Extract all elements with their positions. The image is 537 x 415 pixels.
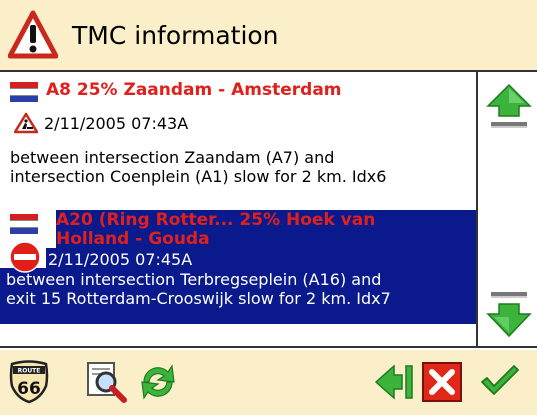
- ok-check-icon[interactable]: [478, 360, 522, 404]
- description: between intersection Zaandam (A7) and in…: [10, 148, 387, 186]
- svg-text:66: 66: [17, 379, 41, 399]
- description: between intersection Terbregseplein (A16…: [6, 270, 391, 308]
- zoom-map-icon[interactable]: [84, 360, 128, 404]
- scroll-up-arrow-icon[interactable]: [486, 82, 532, 134]
- netherlands-flag-icon: [10, 214, 38, 234]
- back-icon[interactable]: [372, 360, 416, 404]
- timestamp: 2/11/2005 07:45A: [48, 250, 193, 269]
- refresh-icon[interactable]: [136, 360, 180, 404]
- road-title-line-1: A20 (Ring Rotter... 25% Hoek van: [56, 210, 376, 230]
- no-entry-icon: [9, 241, 41, 273]
- route-66-icon[interactable]: ROUTE 66: [8, 360, 50, 404]
- message-panel: A8 25% Zaandam - Amsterdam 2/11/2005 07:…: [0, 72, 537, 348]
- scroll-down-arrow-icon[interactable]: [486, 288, 532, 340]
- cancel-icon[interactable]: [422, 362, 462, 402]
- title-bar: TMC information: [0, 0, 537, 72]
- timestamp: 2/11/2005 07:43A: [44, 114, 189, 133]
- tmc-message-list: A8 25% Zaandam - Amsterdam 2/11/2005 07:…: [0, 72, 476, 346]
- road-title: A8 25% Zaandam - Amsterdam: [46, 80, 342, 100]
- page-title: TMC information: [72, 20, 279, 50]
- scrollbar[interactable]: [476, 72, 537, 346]
- warning-icon: [8, 10, 58, 59]
- list-item[interactable]: A8 25% Zaandam - Amsterdam 2/11/2005 07:…: [0, 72, 476, 198]
- netherlands-flag-icon: [10, 82, 38, 102]
- road-title-line-2: Holland - Gouda: [56, 229, 210, 249]
- bottom-toolbar: ROUTE 66: [0, 350, 537, 415]
- svg-text:ROUTE: ROUTE: [18, 368, 41, 375]
- roadworks-icon: [14, 112, 38, 134]
- list-item-selected[interactable]: A20 (Ring Rotter... 25% Hoek van Holland…: [0, 204, 476, 346]
